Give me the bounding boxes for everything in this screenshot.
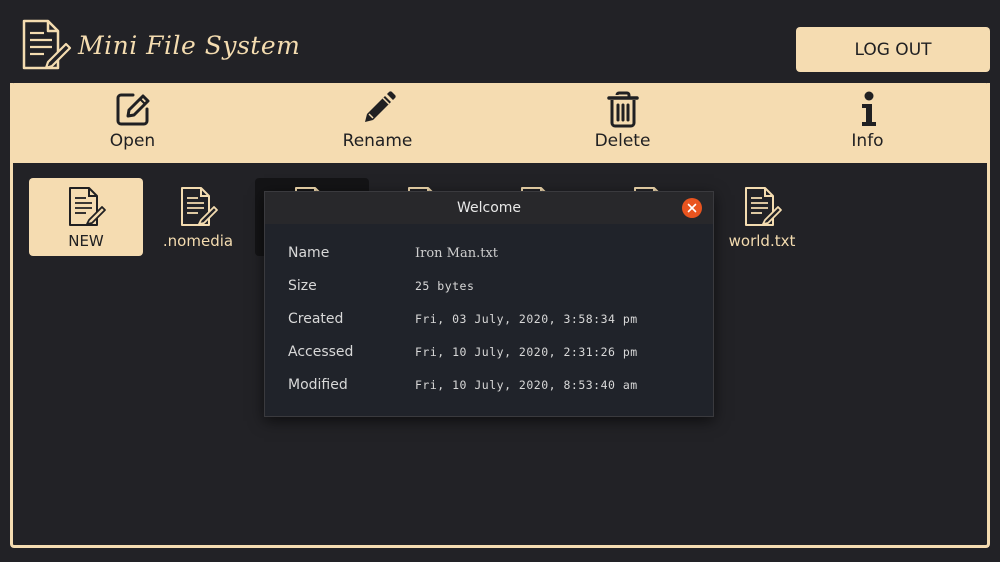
document-edit-icon: [69, 187, 106, 226]
open-button[interactable]: Open: [10, 83, 255, 163]
close-icon: [687, 203, 697, 213]
info-row-created: Created Fri, 03 July, 2020, 3:58:34 pm: [288, 309, 638, 329]
file-item-new[interactable]: NEW: [29, 178, 143, 256]
info-value: Fri, 10 July, 2020, 8:53:40 am: [415, 378, 638, 392]
delete-button[interactable]: Delete: [500, 83, 745, 163]
open-label: Open: [109, 131, 156, 151]
document-edit-icon: [745, 187, 782, 226]
rename-button[interactable]: Rename: [255, 83, 500, 163]
info-value: Fri, 10 July, 2020, 2:31:26 pm: [415, 345, 638, 359]
info-icon: [861, 91, 876, 126]
info-row-name: Name Iron Man.txt: [288, 243, 498, 263]
info-label: Info: [851, 131, 884, 151]
delete-label: Delete: [594, 131, 651, 151]
app-header: Mini File System LOG OUT: [0, 0, 1000, 82]
file-label: NEW: [68, 232, 104, 250]
pencil-icon: [364, 91, 396, 122]
info-value: Iron Man.txt: [415, 245, 499, 261]
dialog-titlebar: Welcome: [265, 192, 713, 224]
info-value: Fri, 03 July, 2020, 3:58:34 pm: [415, 312, 638, 326]
document-edit-icon: [22, 19, 72, 70]
info-label: Size: [288, 278, 317, 294]
rename-label: Rename: [342, 131, 413, 151]
info-label: Created: [288, 311, 344, 327]
info-row-size: Size 25 bytes: [288, 276, 474, 296]
toolbar: Open Rename Delete Info: [10, 83, 990, 163]
dialog-title: Welcome: [456, 200, 522, 216]
info-label: Modified: [288, 377, 348, 393]
info-row-modified: Modified Fri, 10 July, 2020, 8:53:40 am: [288, 375, 638, 395]
file-item-nomedia[interactable]: .nomedia: [141, 178, 255, 256]
app-logo: Mini File System: [18, 18, 300, 72]
app-title: Mini File System: [78, 30, 301, 60]
info-value: 25 bytes: [415, 279, 475, 293]
file-item-world[interactable]: world.txt: [705, 178, 819, 256]
info-label: Name: [288, 245, 330, 261]
info-label: Accessed: [288, 344, 354, 360]
file-label: .nomedia: [162, 232, 234, 250]
file-label: world.txt: [728, 232, 796, 250]
edit-icon: [116, 93, 149, 126]
info-dialog: Welcome Name Iron Man.txt Size 25 bytes …: [264, 191, 714, 417]
trash-icon: [606, 91, 639, 128]
document-edit-icon: [181, 187, 218, 226]
close-button[interactable]: [682, 198, 702, 218]
info-row-accessed: Accessed Fri, 10 July, 2020, 2:31:26 pm: [288, 342, 638, 362]
logout-button[interactable]: LOG OUT: [796, 27, 990, 72]
info-button[interactable]: Info: [745, 83, 990, 163]
